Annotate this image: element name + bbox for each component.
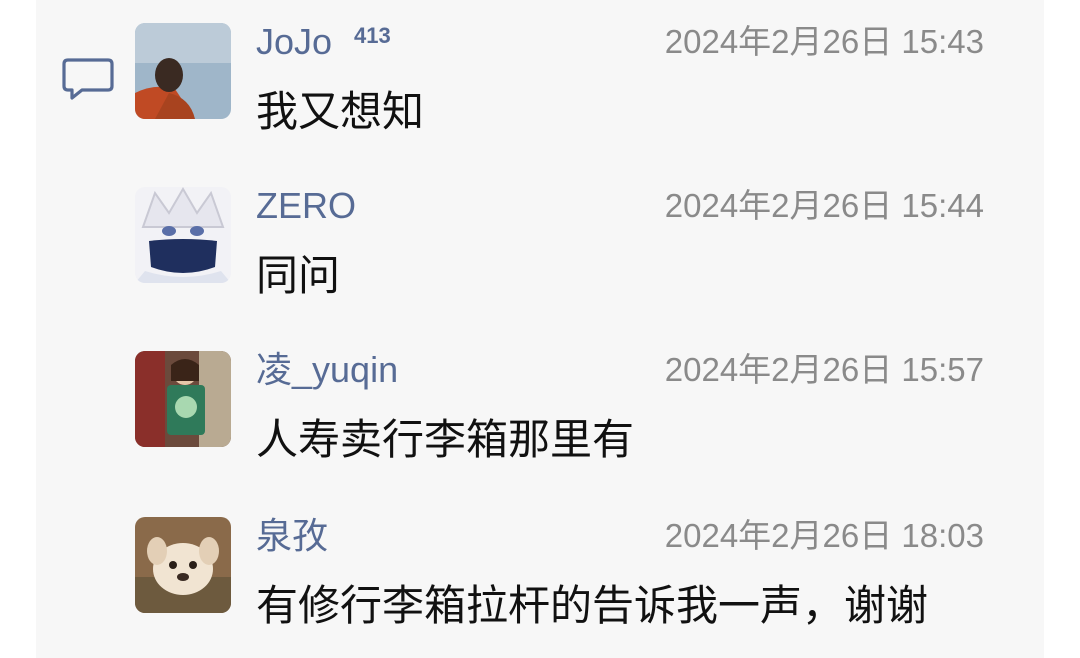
timestamp: 2024年2月26日 15:44 — [664, 187, 984, 224]
comment-text: 有修行李箱拉杆的告诉我一声，谢谢 — [256, 582, 929, 629]
user-badge: 413 — [354, 23, 391, 48]
comment-item: JoJo 413 2024年2月26日 15:43 我又想知 — [0, 0, 1080, 150]
username[interactable]: 泉孜 — [256, 516, 328, 556]
comment-item: 凌_yuqin 2024年2月26日 15:57 人寿卖行李箱那里有 — [0, 328, 1080, 478]
avatar-anime-masked-image — [135, 187, 231, 283]
comment-text: 同问 — [256, 252, 341, 299]
username[interactable]: 凌_yuqin — [256, 350, 398, 390]
avatar[interactable] — [135, 517, 231, 613]
timestamp: 2024年2月26日 15:57 — [664, 351, 984, 388]
avatar-puppy-image — [135, 517, 231, 613]
avatar[interactable] — [135, 23, 231, 119]
comment-text: 人寿卖行李箱那里有 — [256, 416, 635, 463]
username[interactable]: ZERO — [256, 186, 356, 226]
comment-item: 泉孜 2024年2月26日 18:03 有修行李箱拉杆的告诉我一声，谢谢 — [0, 494, 1080, 644]
comment-text: 我又想知 — [256, 88, 425, 135]
avatar[interactable] — [135, 187, 231, 283]
comment-item: ZERO 2024年2月26日 15:44 同问 — [0, 164, 1080, 314]
timestamp: 2024年2月26日 18:03 — [664, 517, 984, 554]
username[interactable]: JoJo — [256, 22, 332, 62]
avatar-person-bag-image — [135, 351, 231, 447]
avatar[interactable] — [135, 351, 231, 447]
timestamp: 2024年2月26日 15:43 — [664, 23, 984, 60]
avatar-person-sky-image — [135, 23, 231, 119]
